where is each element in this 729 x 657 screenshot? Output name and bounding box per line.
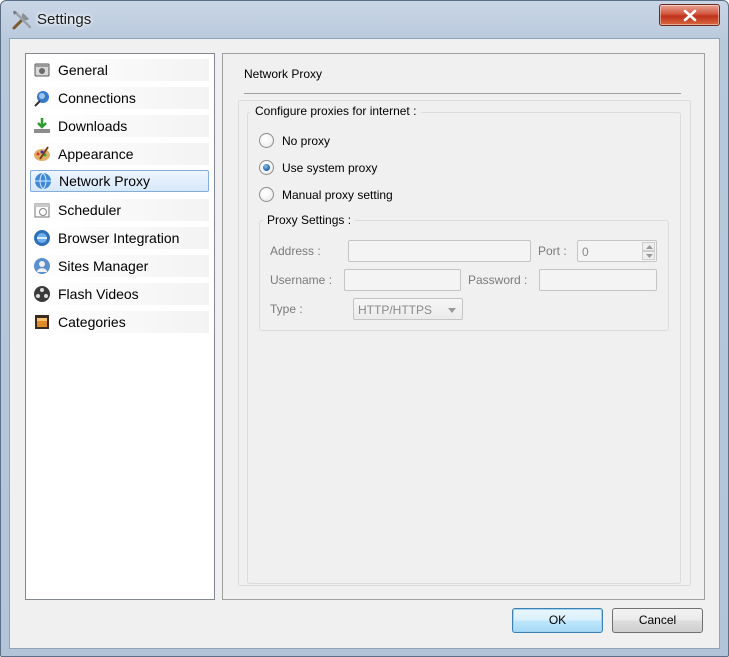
proxy-mode-group-title: Configure proxies for internet : [250,104,422,118]
port-increment-button[interactable] [642,242,655,251]
no-proxy-option[interactable]: No proxy [259,133,330,148]
manual-proxy-option[interactable]: Manual proxy setting [259,187,393,202]
nav-label: Scheduler [58,202,122,218]
nav-item-general[interactable]: General [30,59,209,81]
address-label: Address : [270,244,321,258]
proxy-settings-title: Proxy Settings : [263,213,356,227]
nav-label: Categories [58,314,126,330]
nav-item-sites-manager[interactable]: Sites Manager [30,255,209,277]
nav-label: Network Proxy [59,173,151,189]
nav-item-downloads[interactable]: Downloads [30,115,209,137]
nav-item-categories[interactable]: Categories [30,311,209,333]
downloads-icon [33,117,51,135]
nav-label: Flash Videos [58,286,139,302]
username-label: Username : [270,273,333,287]
browser-integration-icon [33,229,51,247]
nav-label: Browser Integration [58,230,180,246]
manual-proxy-radio[interactable] [259,187,274,202]
nav-item-browser-integration[interactable]: Browser Integration [30,227,209,249]
system-proxy-label: Use system proxy [282,160,378,175]
connections-icon [33,89,51,107]
password-input[interactable] [539,269,657,291]
appearance-icon [33,145,51,163]
port-decrement-button[interactable] [642,251,655,260]
nav-label: Appearance [58,146,134,162]
nav-item-scheduler[interactable]: Scheduler [30,199,209,221]
username-input[interactable] [344,269,461,291]
nav-label: Downloads [58,118,128,134]
port-label: Port : [538,244,567,258]
categories-icon [33,313,51,331]
nav-item-flash-videos[interactable]: Flash Videos [30,283,209,305]
type-label: Type : [270,302,303,316]
cancel-button[interactable]: Cancel [612,608,703,633]
nav-label: Connections [58,90,136,106]
nav-item-connections[interactable]: Connections [30,87,209,109]
general-icon [33,61,51,79]
network-proxy-icon [34,172,52,190]
settings-panel: Network Proxy Configure proxies for inte… [222,53,705,600]
manual-proxy-label: Manual proxy setting [282,187,393,202]
tools-icon [11,9,33,31]
nav-label: General [58,62,108,78]
dropdown-arrow-icon [448,308,456,313]
panel-divider [244,93,681,94]
port-spinbox[interactable]: 0 [577,240,657,262]
chevron-down-icon [646,254,653,258]
password-label: Password : [468,273,528,287]
proxy-mode-group [247,112,681,584]
nav-item-network-proxy[interactable]: Network Proxy [30,170,209,192]
window-title: Settings [37,11,92,28]
address-input[interactable] [348,240,531,262]
proxy-type-value: HTTP/HTTPS [358,303,432,317]
system-proxy-option[interactable]: Use system proxy [259,160,377,175]
system-proxy-radio[interactable] [259,160,274,175]
close-icon [683,9,697,22]
nav-item-appearance[interactable]: Appearance [30,143,209,165]
no-proxy-radio[interactable] [259,133,274,148]
sites-manager-icon [33,257,51,275]
proxy-type-select[interactable]: HTTP/HTTPS [353,298,463,320]
settings-window: Settings General Connections Downloads A… [0,0,729,657]
nav-label: Sites Manager [58,258,149,274]
no-proxy-label: No proxy [282,133,331,148]
ok-button[interactable]: OK [512,608,603,633]
flash-videos-icon [33,285,51,303]
dialog-body: General Connections Downloads Appearance [9,38,720,649]
scheduler-icon [33,201,51,219]
port-value: 0 [582,245,589,259]
chevron-up-icon [646,245,653,249]
panel-title: Network Proxy [244,67,323,81]
settings-nav-list: General Connections Downloads Appearance [25,53,215,600]
close-button[interactable] [659,4,720,26]
title-bar[interactable]: Settings [1,1,728,39]
